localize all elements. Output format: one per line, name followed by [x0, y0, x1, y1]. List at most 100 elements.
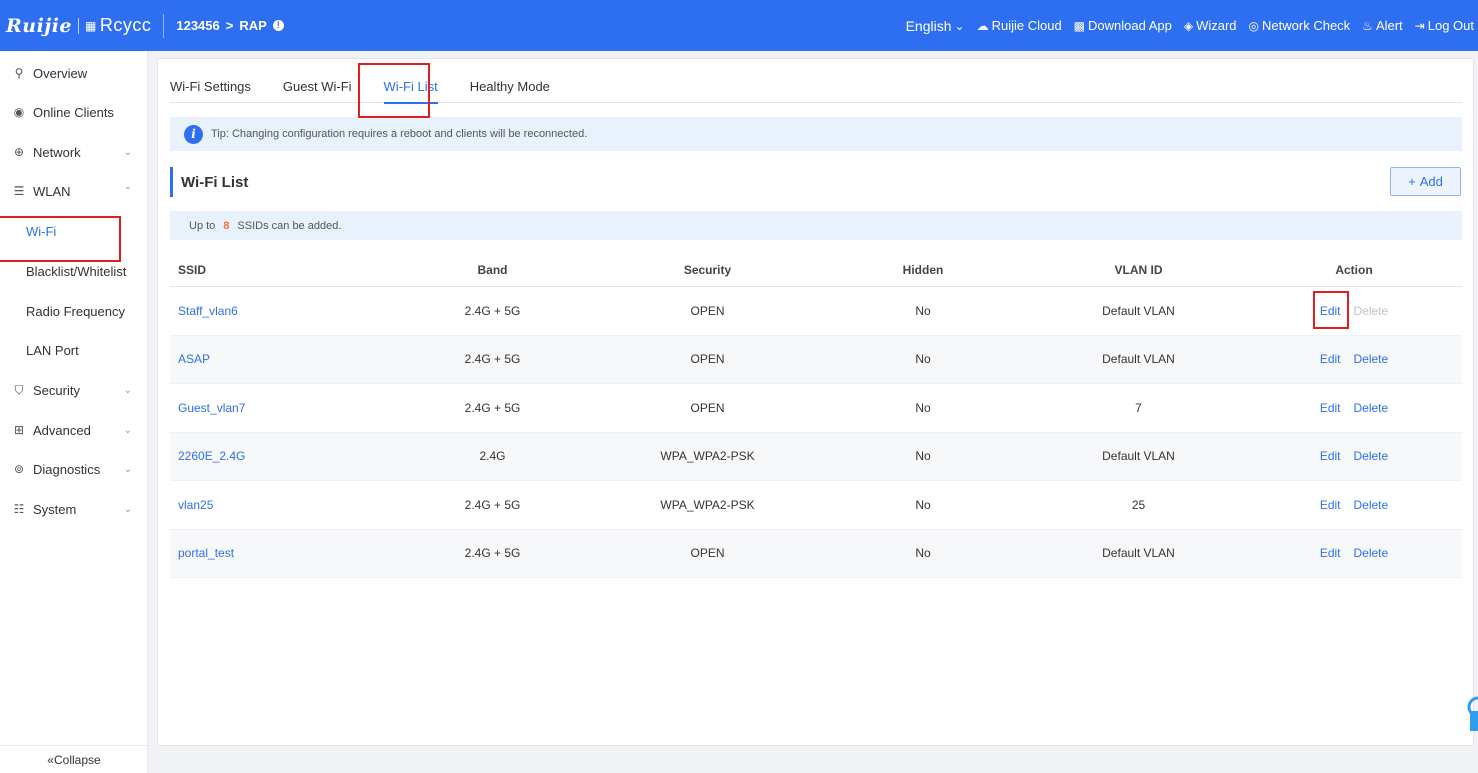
table-row: 2260E_2.4G 2.4G WPA_WPA2-PSK No Default … — [170, 432, 1462, 481]
limit-prefix: Up to — [189, 219, 216, 232]
tab-guest-wifi[interactable]: Guest Wi-Fi — [267, 69, 368, 103]
security-cell: OPEN — [690, 546, 725, 561]
clients-icon: ◉ — [13, 105, 25, 119]
security-cell: OPEN — [690, 352, 725, 367]
help-assistant-icon[interactable] — [1464, 693, 1478, 731]
ssid-link[interactable]: portal_test — [178, 546, 234, 560]
ssid-link[interactable]: vlan25 — [178, 498, 213, 512]
sidebar-item-lan-port[interactable]: LAN Port — [0, 335, 148, 365]
ssid-link[interactable]: Guest_vlan7 — [178, 401, 245, 415]
tab-wifi-list[interactable]: Wi-Fi List — [368, 69, 454, 104]
ruijie-cloud-link[interactable]: ☁ Ruijie Cloud — [977, 18, 1062, 33]
logo-separator — [78, 17, 80, 34]
logout-label: Log Out — [1427, 18, 1474, 33]
ssid-link[interactable]: ASAP — [178, 352, 210, 366]
chevron-up-icon: ⌃ — [123, 185, 132, 197]
sidebar-item-overview[interactable]: ⚲ Overview — [0, 58, 148, 88]
network-check-icon: ◎ — [1248, 18, 1260, 33]
overview-icon: ⚲ — [14, 66, 24, 80]
table-header-row: SSID Band Security Hidden VLAN ID Action — [170, 254, 1462, 287]
delete-button: Delete — [1353, 303, 1389, 318]
diagnostics-icon: ⊚ — [13, 462, 25, 476]
globe-icon: ⊕ — [13, 145, 25, 159]
tab-bar: Wi-Fi Settings Guest Wi-Fi Wi-Fi List He… — [170, 69, 1462, 104]
band-cell: 2.4G + 5G — [464, 497, 521, 512]
alert-link[interactable]: ♨ Alert — [1362, 18, 1403, 33]
breadcrumb-device[interactable]: RAP — [239, 18, 266, 33]
hidden-cell: No — [915, 352, 931, 367]
sidebar-item-label: LAN Port — [26, 342, 79, 358]
header-divider — [163, 13, 165, 38]
sidebar: ⚲ Overview ◉ Online Clients ⊕ Network ⌄ … — [0, 51, 148, 773]
download-app-link[interactable]: ▩ Download App — [1074, 18, 1172, 33]
sidebar-item-wlan[interactable]: ☰ WLAN ⌃ — [0, 176, 148, 206]
edit-button[interactable]: Edit — [1320, 498, 1341, 512]
breadcrumb-project[interactable]: 123456 — [176, 18, 219, 33]
sidebar-item-diagnostics[interactable]: ⊚ Diagnostics ⌄ — [0, 454, 148, 484]
delete-button[interactable]: Delete — [1354, 352, 1389, 366]
table-row: portal_test 2.4G + 5G OPEN No Default VL… — [170, 529, 1462, 578]
advanced-icon: ⊞ — [13, 423, 25, 437]
ssid-link[interactable]: Staff_vlan6 — [178, 304, 238, 318]
chevron-down-icon: ⌄ — [123, 463, 132, 475]
sidebar-item-online-clients[interactable]: ◉ Online Clients — [0, 97, 148, 127]
vlan-cell: Default VLAN — [1102, 449, 1175, 464]
sidebar-item-blacklist-whitelist[interactable]: Blacklist/Whitelist — [0, 256, 148, 286]
vlan-cell: Default VLAN — [1102, 546, 1175, 561]
wifi-icon: ☰ — [13, 184, 25, 198]
tab-wifi-settings[interactable]: Wi-Fi Settings — [170, 69, 267, 103]
sidebar-item-system[interactable]: ☷ System ⌄ — [0, 494, 148, 524]
logout-link[interactable]: ⇥ Log Out — [1415, 18, 1474, 33]
vlan-cell: Default VLAN — [1102, 303, 1175, 318]
ssid-limit-notice: Up to 8 SSIDs can be added. — [170, 211, 1462, 240]
column-header-action-label: Action — [1335, 263, 1373, 277]
sidebar-item-label: Wi-Fi — [26, 223, 57, 239]
download-app-label: Download App — [1088, 18, 1172, 33]
ruijie-logo: Ruijie — [6, 14, 73, 37]
edit-button[interactable]: Edit — [1320, 352, 1341, 366]
sidebar-item-label: Overview — [33, 65, 88, 81]
sidebar-item-wifi[interactable]: Wi-Fi — [0, 216, 148, 246]
sidebar-item-label: WLAN — [33, 183, 71, 199]
delete-button[interactable]: Delete — [1354, 401, 1389, 415]
language-selector[interactable]: English ⌄ — [906, 18, 965, 34]
delete-button[interactable]: Delete — [1354, 498, 1389, 512]
collapse-sidebar-button[interactable]: « Collapse — [0, 745, 148, 773]
sidebar-item-label: Advanced — [33, 422, 91, 438]
sidebar-item-radio-frequency[interactable]: Radio Frequency — [0, 296, 148, 326]
limit-suffix: SSIDs can be added. — [237, 219, 342, 232]
security-cell: WPA_WPA2-PSK — [660, 497, 755, 512]
vlan-cell: 25 — [1131, 497, 1146, 512]
edit-button[interactable]: Edit — [1320, 401, 1341, 415]
alert-label: Alert — [1375, 18, 1403, 33]
tab-healthy-mode[interactable]: Healthy Mode — [454, 69, 566, 103]
sidebar-item-label: System — [33, 501, 77, 517]
security-cell: OPEN — [690, 400, 725, 415]
delete-button[interactable]: Delete — [1354, 449, 1389, 463]
device-info-icon[interactable]: ! — [272, 20, 284, 31]
delete-button[interactable]: Delete — [1354, 546, 1389, 560]
sidebar-item-network[interactable]: ⊕ Network ⌄ — [0, 137, 148, 167]
tip-text: Tip: Changing configuration requires a r… — [211, 128, 588, 140]
security-cell: OPEN — [690, 303, 725, 318]
alert-icon: ♨ — [1362, 18, 1373, 33]
add-button[interactable]: + Add — [1390, 167, 1461, 196]
sidebar-item-advanced[interactable]: ⊞ Advanced ⌄ — [0, 415, 148, 445]
sidebar-item-security[interactable]: ⛉ Security ⌄ — [0, 375, 148, 405]
hidden-cell: No — [915, 449, 931, 464]
system-icon: ☷ — [13, 502, 25, 516]
wizard-link[interactable]: ◈ Wizard — [1184, 18, 1237, 33]
action-cell: Edit Delete — [1246, 498, 1462, 512]
table-row: ASAP 2.4G + 5G OPEN No Default VLAN Edit… — [170, 335, 1462, 384]
edit-button[interactable]: Edit — [1320, 449, 1341, 463]
tip-banner: i Tip: Changing configuration requires a… — [170, 117, 1462, 151]
network-check-link[interactable]: ◎ Network Check — [1249, 18, 1351, 33]
collapse-label: Collapse — [53, 752, 101, 767]
chevron-down-icon: ⌄ — [954, 18, 965, 33]
edit-button[interactable]: Edit — [1320, 546, 1341, 560]
ssid-link[interactable]: 2260E_2.4G — [178, 449, 245, 463]
edit-button[interactable]: Edit — [1320, 304, 1341, 318]
action-cell: Edit Delete — [1246, 304, 1462, 318]
chevron-down-icon: ⌄ — [123, 424, 132, 436]
column-header-band: Band — [477, 263, 508, 277]
